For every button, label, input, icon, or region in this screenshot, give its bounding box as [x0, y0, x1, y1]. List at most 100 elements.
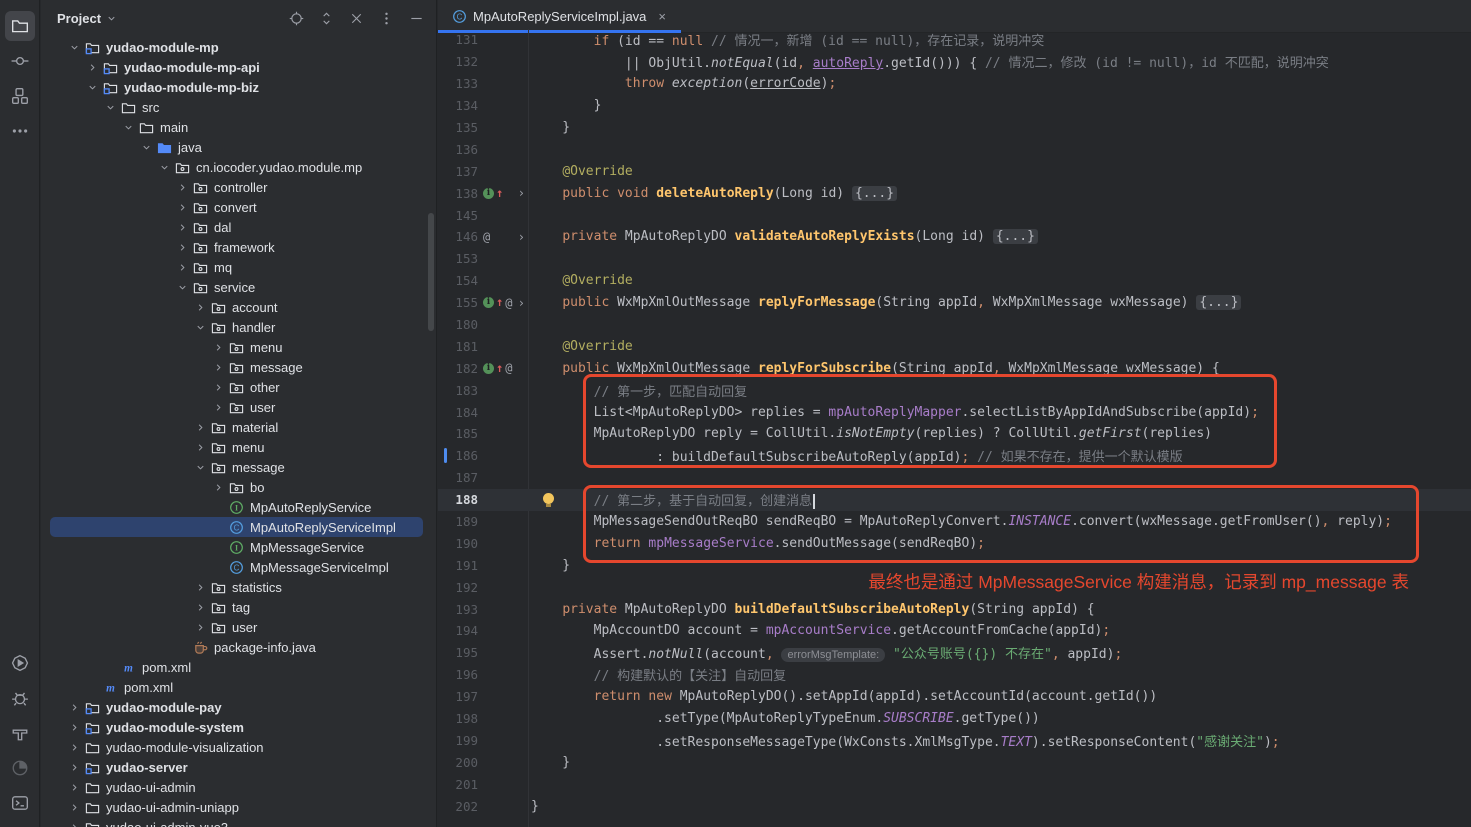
code-line-153[interactable]: 153	[438, 248, 1471, 270]
tree-item-pom-xml[interactable]: mpom.xml	[41, 677, 436, 697]
hide-icon[interactable]	[404, 6, 428, 30]
code-line-146[interactable]: 146@› private MpAutoReplyDO validateAuto…	[438, 226, 1471, 248]
code-area[interactable]: 131 if (id == null // 情况一，新增 (id == null…	[438, 29, 1471, 827]
tree-item-framework[interactable]: framework	[41, 237, 436, 257]
code-line-188[interactable]: 188 // 第二步，基于自动回复，创建消息	[438, 489, 1471, 511]
code-line-183[interactable]: 183 // 第一步，匹配自动回复	[438, 379, 1471, 401]
code-line-202[interactable]: 202}	[438, 795, 1471, 817]
tree-item-convert[interactable]: convert	[41, 197, 436, 217]
chevron-right-icon[interactable]	[209, 398, 227, 416]
code-line-145[interactable]: 145	[438, 204, 1471, 226]
code-line-133[interactable]: 133 throw exception(errorCode);	[438, 73, 1471, 95]
fold-expand-icon[interactable]: ›	[518, 296, 525, 310]
build-icon[interactable]	[5, 718, 35, 748]
tree-item-menu[interactable]: menu	[41, 337, 436, 357]
code-line-201[interactable]: 201	[438, 773, 1471, 795]
code-line-199[interactable]: 199 .setResponseMessageType(WxConsts.Xml…	[438, 730, 1471, 752]
chevron-right-icon[interactable]	[65, 698, 83, 716]
annotated-icon[interactable]: @	[505, 361, 512, 375]
tree-item-statistics[interactable]: statistics	[41, 577, 436, 597]
code-line-184[interactable]: 184 List<MpAutoReplyDO> replies = mpAuto…	[438, 401, 1471, 423]
code-line-138[interactable]: 138i↑› public void deleteAutoReply(Long …	[438, 182, 1471, 204]
chevron-right-icon[interactable]	[191, 618, 209, 636]
implementing-method-icon[interactable]: i	[483, 363, 494, 374]
tree-item-message[interactable]: message	[41, 357, 436, 377]
tree-item-dal[interactable]: dal	[41, 217, 436, 237]
tree-item-account[interactable]: account	[41, 297, 436, 317]
tree-item-controller[interactable]: controller	[41, 177, 436, 197]
chevron-right-icon[interactable]	[191, 438, 209, 456]
tree-item-other[interactable]: other	[41, 377, 436, 397]
project-folder-icon[interactable]	[5, 11, 35, 41]
tree-item-mpmessageservice[interactable]: IMpMessageService	[41, 537, 436, 557]
code-line-200[interactable]: 200 }	[438, 751, 1471, 773]
tree-item-yudao-module-pay[interactable]: yudao-module-pay	[41, 697, 436, 717]
overrides-method-icon[interactable]: ↑	[496, 297, 503, 308]
chevron-down-icon[interactable]	[173, 278, 191, 296]
chevron-right-icon[interactable]	[65, 758, 83, 776]
tree-item-yudao-module-mp-api[interactable]: yudao-module-mp-api	[41, 57, 436, 77]
tree-item-material[interactable]: material	[41, 417, 436, 437]
chevron-down-icon[interactable]	[83, 78, 101, 96]
chevron-right-icon[interactable]	[173, 198, 191, 216]
collapse-all-icon[interactable]	[344, 6, 368, 30]
chevron-right-icon[interactable]	[173, 238, 191, 256]
tree-item-yudao-server[interactable]: yudao-server	[41, 757, 436, 777]
chevron-down-icon[interactable]	[191, 458, 209, 476]
annotated-icon[interactable]: @	[483, 230, 490, 244]
fold-expand-icon[interactable]: ›	[518, 186, 525, 200]
chevron-right-icon[interactable]	[209, 358, 227, 376]
code-line-197[interactable]: 197 return new MpAutoReplyDO().setAppId(…	[438, 686, 1471, 708]
commit-icon[interactable]	[5, 46, 35, 76]
locate-icon[interactable]	[284, 6, 308, 30]
code-line-190[interactable]: 190 return mpMessageService.sendOutMessa…	[438, 532, 1471, 554]
code-line-193[interactable]: 193 private MpAutoReplyDO buildDefaultSu…	[438, 598, 1471, 620]
chevron-down-icon[interactable]	[119, 118, 137, 136]
tree-item-yudao-module-mp-biz[interactable]: yudao-module-mp-biz	[41, 77, 436, 97]
implementing-method-icon[interactable]: i	[483, 297, 494, 308]
code-line-186[interactable]: 186 : buildDefaultSubscribeAutoReply(app…	[438, 445, 1471, 467]
chevron-down-icon[interactable]	[191, 318, 209, 336]
chevron-down-icon[interactable]	[137, 138, 155, 156]
chevron-right-icon[interactable]	[65, 778, 83, 796]
tree-item-package-info-java[interactable]: package-info.java	[41, 637, 436, 657]
annotated-icon[interactable]: @	[505, 296, 512, 310]
tree-item-message[interactable]: message	[41, 457, 436, 477]
vcs-change-marker[interactable]	[444, 448, 447, 463]
code-line-135[interactable]: 135 }	[438, 117, 1471, 139]
tree-item-bo[interactable]: bo	[41, 477, 436, 497]
code-line-196[interactable]: 196 // 构建默认的【关注】自动回复	[438, 664, 1471, 686]
intention-bulb-icon[interactable]	[543, 493, 554, 504]
chevron-right-icon[interactable]	[173, 218, 191, 236]
overrides-method-icon[interactable]: ↑	[496, 363, 503, 374]
more-vertical-icon[interactable]	[374, 6, 398, 30]
tree-item-user[interactable]: user	[41, 617, 436, 637]
close-icon[interactable]: ×	[658, 9, 666, 24]
project-tree-scrollbar[interactable]	[428, 213, 434, 331]
chevron-right-icon[interactable]	[65, 738, 83, 756]
code-line-137[interactable]: 137 @Override	[438, 160, 1471, 182]
chevron-right-icon[interactable]	[209, 338, 227, 356]
code-line-154[interactable]: 154 @Override	[438, 270, 1471, 292]
chevron-right-icon[interactable]	[191, 578, 209, 596]
debug-icon[interactable]	[5, 683, 35, 713]
tree-item-java[interactable]: java	[41, 137, 436, 157]
chevron-right-icon[interactable]	[191, 598, 209, 616]
profiler-icon[interactable]	[5, 753, 35, 783]
tree-item-service[interactable]: service	[41, 277, 436, 297]
chevron-right-icon[interactable]	[209, 478, 227, 496]
chevron-right-icon[interactable]	[191, 298, 209, 316]
code-line-134[interactable]: 134 }	[438, 95, 1471, 117]
chevron-down-icon[interactable]	[101, 98, 119, 116]
tree-item-yudao-ui-admin[interactable]: yudao-ui-admin	[41, 777, 436, 797]
code-line-185[interactable]: 185 MpAutoReplyDO reply = CollUtil.isNot…	[438, 423, 1471, 445]
code-line-194[interactable]: 194 MpAccountDO account = mpAccountServi…	[438, 620, 1471, 642]
tree-item-handler[interactable]: handler	[41, 317, 436, 337]
run-icon[interactable]	[5, 648, 35, 678]
chevron-right-icon[interactable]	[65, 718, 83, 736]
tree-item-pom-xml[interactable]: mpom.xml	[41, 657, 436, 677]
chevron-right-icon[interactable]	[65, 798, 83, 816]
project-panel-title[interactable]: Project	[57, 11, 101, 26]
chevron-right-icon[interactable]	[209, 378, 227, 396]
code-line-195[interactable]: 195 Assert.notNull(account, errorMsgTemp…	[438, 642, 1471, 664]
